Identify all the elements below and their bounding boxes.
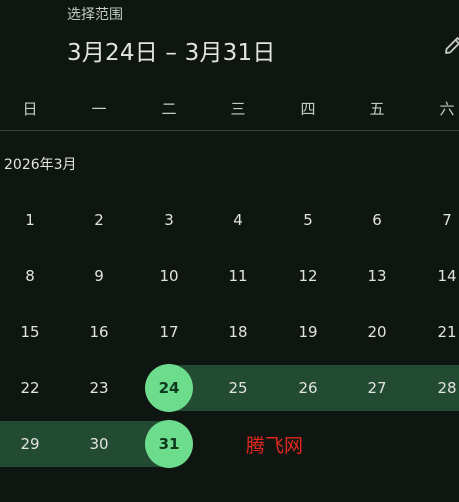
day-cell-7[interactable]: 7	[425, 198, 459, 242]
watermark-text: 腾飞网	[246, 435, 304, 457]
day-cell-20[interactable]: 20	[355, 310, 399, 354]
day-cell-9[interactable]: 9	[77, 254, 121, 298]
day-cell-5[interactable]: 5	[286, 198, 330, 242]
day-cell-1[interactable]: 1	[8, 198, 52, 242]
day-cell-16[interactable]: 16	[77, 310, 121, 354]
calendar-grid: 1 2 3 4 5 6 7 8 9 10 11 12 13 14 15 16 17 18 19 20 21 22 23 24 2…	[0, 0, 459, 502]
day-cell-15[interactable]: 15	[8, 310, 52, 354]
day-cell-21[interactable]: 21	[425, 310, 459, 354]
day-cell-26[interactable]: 26	[286, 366, 330, 410]
day-cell-27[interactable]: 27	[355, 366, 399, 410]
day-cell-31[interactable]: 31	[147, 422, 191, 466]
day-cell-3[interactable]: 3	[147, 198, 191, 242]
day-cell-24[interactable]: 24	[147, 366, 191, 410]
day-cell-22[interactable]: 22	[8, 366, 52, 410]
day-cell-2[interactable]: 2	[77, 198, 121, 242]
day-cell-23[interactable]: 23	[77, 366, 121, 410]
day-cell-19[interactable]: 19	[286, 310, 330, 354]
day-cell-13[interactable]: 13	[355, 254, 399, 298]
day-cell-29[interactable]: 29	[8, 422, 52, 466]
day-cell-4[interactable]: 4	[216, 198, 260, 242]
day-cell-28[interactable]: 28	[425, 366, 459, 410]
day-cell-14[interactable]: 14	[425, 254, 459, 298]
day-cell-18[interactable]: 18	[216, 310, 260, 354]
day-cell-25[interactable]: 25	[216, 366, 260, 410]
day-cell-8[interactable]: 8	[8, 254, 52, 298]
day-cell-17[interactable]: 17	[147, 310, 191, 354]
day-cell-30[interactable]: 30	[77, 422, 121, 466]
day-cell-12[interactable]: 12	[286, 254, 330, 298]
day-cell-10[interactable]: 10	[147, 254, 191, 298]
day-cell-6[interactable]: 6	[355, 198, 399, 242]
day-cell-11[interactable]: 11	[216, 254, 260, 298]
